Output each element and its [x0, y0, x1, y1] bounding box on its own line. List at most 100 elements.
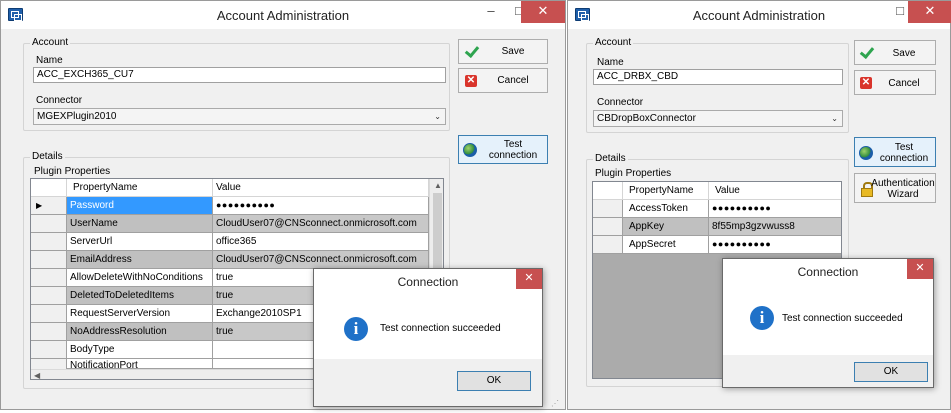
test-button-label-line2: connection [488, 150, 538, 161]
cancel-button[interactable]: ✕ Cancel [458, 68, 548, 93]
save-button[interactable]: Save [854, 40, 936, 65]
close-icon[interactable]: ✕ [516, 269, 542, 289]
minimize-icon[interactable]: – [477, 1, 505, 23]
row-header[interactable] [593, 236, 623, 254]
dialog-footer: OK [314, 359, 542, 406]
table-row-name[interactable]: AccessToken [623, 200, 709, 218]
dialog-title-bar[interactable]: Connection ✕ [723, 259, 933, 285]
test-connection-button[interactable]: Test connection [854, 137, 936, 167]
table-row-name[interactable]: UserName [67, 215, 213, 233]
table-row-name[interactable]: AllowDeleteWithNoConditions [67, 269, 213, 287]
table-row-name[interactable]: RequestServerVersion [67, 305, 213, 323]
left-connection-dialog: Connection ✕ i Test connection succeeded… [313, 268, 543, 407]
details-group-label: Details [593, 153, 628, 164]
name-label: Name [36, 55, 63, 66]
test-connection-button[interactable]: Test connection [458, 135, 548, 164]
save-button[interactable]: Save [458, 39, 548, 64]
table-row-name[interactable]: NoAddressResolution [67, 323, 213, 341]
dialog-title: Connection [397, 275, 459, 289]
table-row-name[interactable]: AppSecret [623, 236, 709, 254]
name-input[interactable]: ACC_DRBX_CBD [593, 69, 843, 85]
dialog-title: Connection [797, 265, 859, 279]
dialog-body: i Test connection succeeded [314, 295, 542, 359]
dialog-message: Test connection succeeded [380, 323, 501, 334]
table-row-name[interactable]: EmailAddress [67, 251, 213, 269]
ok-button[interactable]: OK [854, 362, 928, 382]
dialog-footer: OK [723, 355, 933, 387]
row-header[interactable] [31, 215, 67, 233]
chevron-down-icon: ⌄ [831, 114, 838, 123]
test-button-label-line1: Test [894, 142, 914, 153]
table-row-value[interactable]: 8f55mp3gzvwuss8 [709, 218, 841, 236]
dialog-title-bar[interactable]: Connection ✕ [314, 269, 542, 295]
details-group-label: Details [30, 151, 65, 162]
auth-button-label-line1: Authentication [871, 178, 935, 189]
row-header-corner [31, 179, 67, 197]
cancel-button-label: Cancel [888, 78, 920, 89]
name-input[interactable]: ACC_EXCH365_CU7 [33, 67, 446, 83]
checkmark-icon [860, 46, 874, 58]
column-header-value[interactable]: Value [213, 179, 429, 197]
table-row-name[interactable]: AppKey [623, 218, 709, 236]
column-header-propertyname[interactable]: PropertyName [67, 179, 213, 197]
connector-select[interactable]: CBDropBoxConnector ⌄ [593, 110, 843, 127]
table-row-value[interactable]: ●●●●●●●●●● [213, 197, 429, 215]
table-row-value[interactable]: CloudUser07@CNSconnect.onmicrosoft.com [213, 215, 429, 233]
left-title-bar[interactable]: Account Administration – □ ✕ [1, 1, 565, 29]
authentication-wizard-button[interactable]: Authentication Wizard [854, 173, 936, 203]
table-row-name[interactable]: NotificationPort [67, 359, 213, 369]
account-group-label: Account [593, 37, 634, 48]
row-header[interactable] [31, 233, 67, 251]
right-title-bar[interactable]: Account Administration □ ✕ [568, 1, 951, 29]
column-header-propertyname[interactable]: PropertyName [623, 182, 709, 200]
test-button-label-line2: connection [879, 153, 929, 164]
row-header-corner [593, 182, 623, 200]
row-header[interactable] [31, 323, 67, 341]
right-connection-dialog: Connection ✕ i Test connection succeeded… [722, 258, 934, 388]
info-icon: i [750, 306, 774, 330]
save-button-label: Save [501, 46, 525, 57]
ok-button[interactable]: OK [457, 371, 531, 391]
connector-select-value: MGEXPlugin2010 [37, 111, 117, 122]
resize-grip-icon[interactable]: ⋰ [551, 399, 559, 408]
table-row-name[interactable]: DeletedToDeletedItems [67, 287, 213, 305]
row-header[interactable] [593, 200, 623, 218]
row-header[interactable] [593, 218, 623, 236]
row-header[interactable] [31, 341, 67, 359]
account-group-label: Account [30, 37, 71, 48]
table-row-name[interactable]: ServerUrl [67, 233, 213, 251]
close-icon[interactable]: ✕ [908, 1, 951, 23]
plugin-properties-label: Plugin Properties [34, 166, 111, 177]
connector-label: Connector [36, 95, 83, 106]
plugin-properties-label: Plugin Properties [595, 168, 672, 179]
x-icon: ✕ [465, 75, 477, 87]
close-icon[interactable]: ✕ [521, 1, 565, 23]
save-button-label: Save [892, 48, 916, 59]
checkmark-icon [465, 45, 479, 57]
x-icon: ✕ [860, 77, 872, 89]
table-row-name[interactable]: BodyType [67, 341, 213, 359]
connector-select[interactable]: MGEXPlugin2010 ⌄ [33, 108, 446, 125]
table-row-value[interactable]: ●●●●●●●●●● [709, 236, 841, 254]
row-header[interactable] [31, 269, 67, 287]
test-button-label-line1: Test [503, 139, 523, 150]
globe-icon [463, 143, 477, 157]
table-row-value[interactable]: office365 [213, 233, 429, 251]
scroll-up-icon[interactable]: ▲ [434, 181, 442, 190]
row-header[interactable] [31, 305, 67, 323]
table-row-name[interactable]: Password [67, 197, 213, 215]
cancel-button[interactable]: ✕ Cancel [854, 70, 936, 95]
column-header-value[interactable]: Value [709, 182, 841, 200]
table-row-value[interactable]: CloudUser07@CNSconnect.onmicrosoft.com [213, 251, 429, 269]
auth-button-label-line2: Wizard [887, 189, 919, 200]
row-header[interactable]: ▶ [31, 197, 67, 215]
row-header[interactable] [31, 251, 67, 269]
globe-icon [859, 146, 873, 160]
dialog-message: Test connection succeeded [782, 313, 903, 324]
chevron-down-icon: ⌄ [434, 112, 441, 121]
dialog-body: i Test connection succeeded [723, 285, 933, 355]
row-header[interactable] [31, 287, 67, 305]
close-icon[interactable]: ✕ [907, 259, 933, 279]
scroll-left-icon[interactable]: ◀ [34, 371, 40, 379]
table-row-value[interactable]: ●●●●●●●●●● [709, 200, 841, 218]
